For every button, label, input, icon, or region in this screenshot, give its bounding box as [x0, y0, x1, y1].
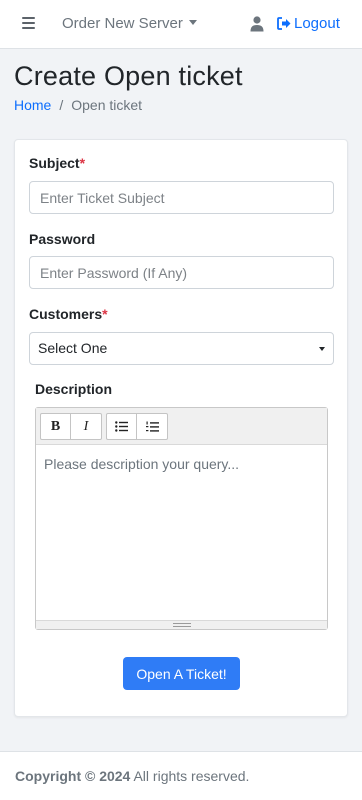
unordered-list-button[interactable]	[106, 413, 137, 440]
breadcrumb-current: Open ticket	[71, 97, 143, 113]
order-new-server-label: Order New Server	[62, 15, 183, 32]
logout-link[interactable]: Logout	[277, 15, 340, 32]
caret-down-icon	[188, 20, 197, 25]
subject-label-text: Subject	[29, 155, 80, 171]
password-label: Password	[29, 231, 96, 247]
select-arrow-icon	[319, 347, 325, 351]
logout-label: Logout	[294, 15, 340, 32]
breadcrumb: Home / Open ticket	[14, 97, 142, 113]
required-mark: *	[79, 155, 86, 171]
hamburger-icon[interactable]	[22, 17, 35, 30]
unordered-list-icon	[115, 421, 128, 432]
ordered-list-button[interactable]	[137, 413, 168, 440]
subject-input[interactable]	[29, 181, 334, 214]
user-icon[interactable]	[250, 16, 264, 32]
font-style-group: B I	[40, 413, 102, 440]
editor-toolbar: B I	[36, 408, 327, 445]
description-textarea[interactable]: Please description your query...	[36, 446, 327, 621]
editor-resize-handle[interactable]	[36, 620, 327, 629]
ticket-form-card: Subject* Password Customers* Select One …	[14, 139, 348, 717]
rights-text: All rights reserved.	[133, 768, 250, 784]
footer: Copyright © 2024 All rights reserved.	[0, 751, 362, 800]
sign-out-icon	[277, 17, 291, 30]
ordered-list-icon	[145, 421, 159, 432]
italic-button[interactable]: I	[71, 413, 102, 440]
top-navbar: Order New Server Logout	[0, 0, 362, 49]
description-label: Description	[35, 381, 113, 397]
customers-label-text: Customers	[29, 306, 103, 322]
order-new-server-dropdown[interactable]: Order New Server	[62, 15, 197, 32]
description-editor: B I Please description your query...	[35, 407, 328, 630]
customers-select[interactable]: Select One	[29, 332, 334, 365]
open-ticket-button[interactable]: Open A Ticket!	[123, 657, 240, 690]
bold-button[interactable]: B	[40, 413, 71, 440]
grip-icon	[173, 623, 191, 627]
customers-label: Customers*	[29, 306, 108, 322]
breadcrumb-separator: /	[59, 97, 64, 113]
list-group	[106, 413, 168, 440]
copyright-text: Copyright © 2024	[15, 768, 131, 784]
password-input[interactable]	[29, 256, 334, 289]
breadcrumb-home-link[interactable]: Home	[14, 97, 51, 113]
required-mark: *	[102, 306, 108, 322]
customers-selected-value: Select One	[38, 340, 108, 356]
page-title: Create Open ticket	[14, 61, 243, 91]
subject-label: Subject*	[29, 155, 85, 171]
